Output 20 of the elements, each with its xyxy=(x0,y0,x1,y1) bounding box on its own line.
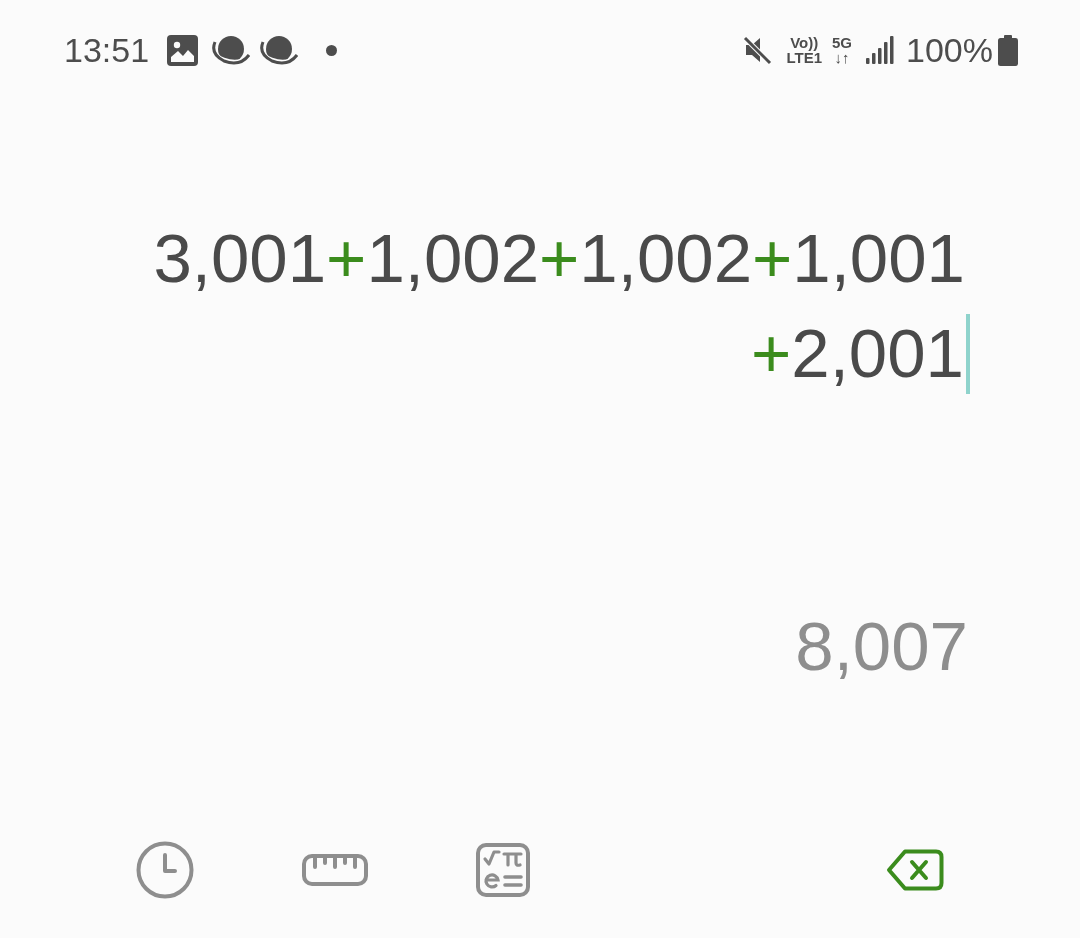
lte-label: LTE1 xyxy=(786,50,822,65)
backspace-icon xyxy=(886,849,944,891)
scientific-icon xyxy=(476,843,530,897)
planet-icon xyxy=(260,35,299,65)
expression-line: +2,001 xyxy=(751,314,964,394)
ruler-icon xyxy=(302,854,368,886)
data-arrows: ↓↑ xyxy=(834,50,850,65)
battery-icon xyxy=(998,34,1018,66)
dot-icon xyxy=(326,44,338,56)
clock-icon xyxy=(136,841,194,899)
status-time: 13:51 xyxy=(64,30,150,70)
result-text: 8,007 xyxy=(795,607,968,687)
mute-icon xyxy=(742,35,773,65)
volte-label: Vo)) xyxy=(790,35,819,50)
planet-icon xyxy=(212,35,251,65)
battery-percent: 100% xyxy=(906,30,993,70)
signal-icon xyxy=(866,36,895,64)
image-icon xyxy=(167,34,199,66)
network-label: 5G xyxy=(832,35,853,50)
expression-line: 3,001+1,002+1,002+1,001 xyxy=(153,219,966,299)
